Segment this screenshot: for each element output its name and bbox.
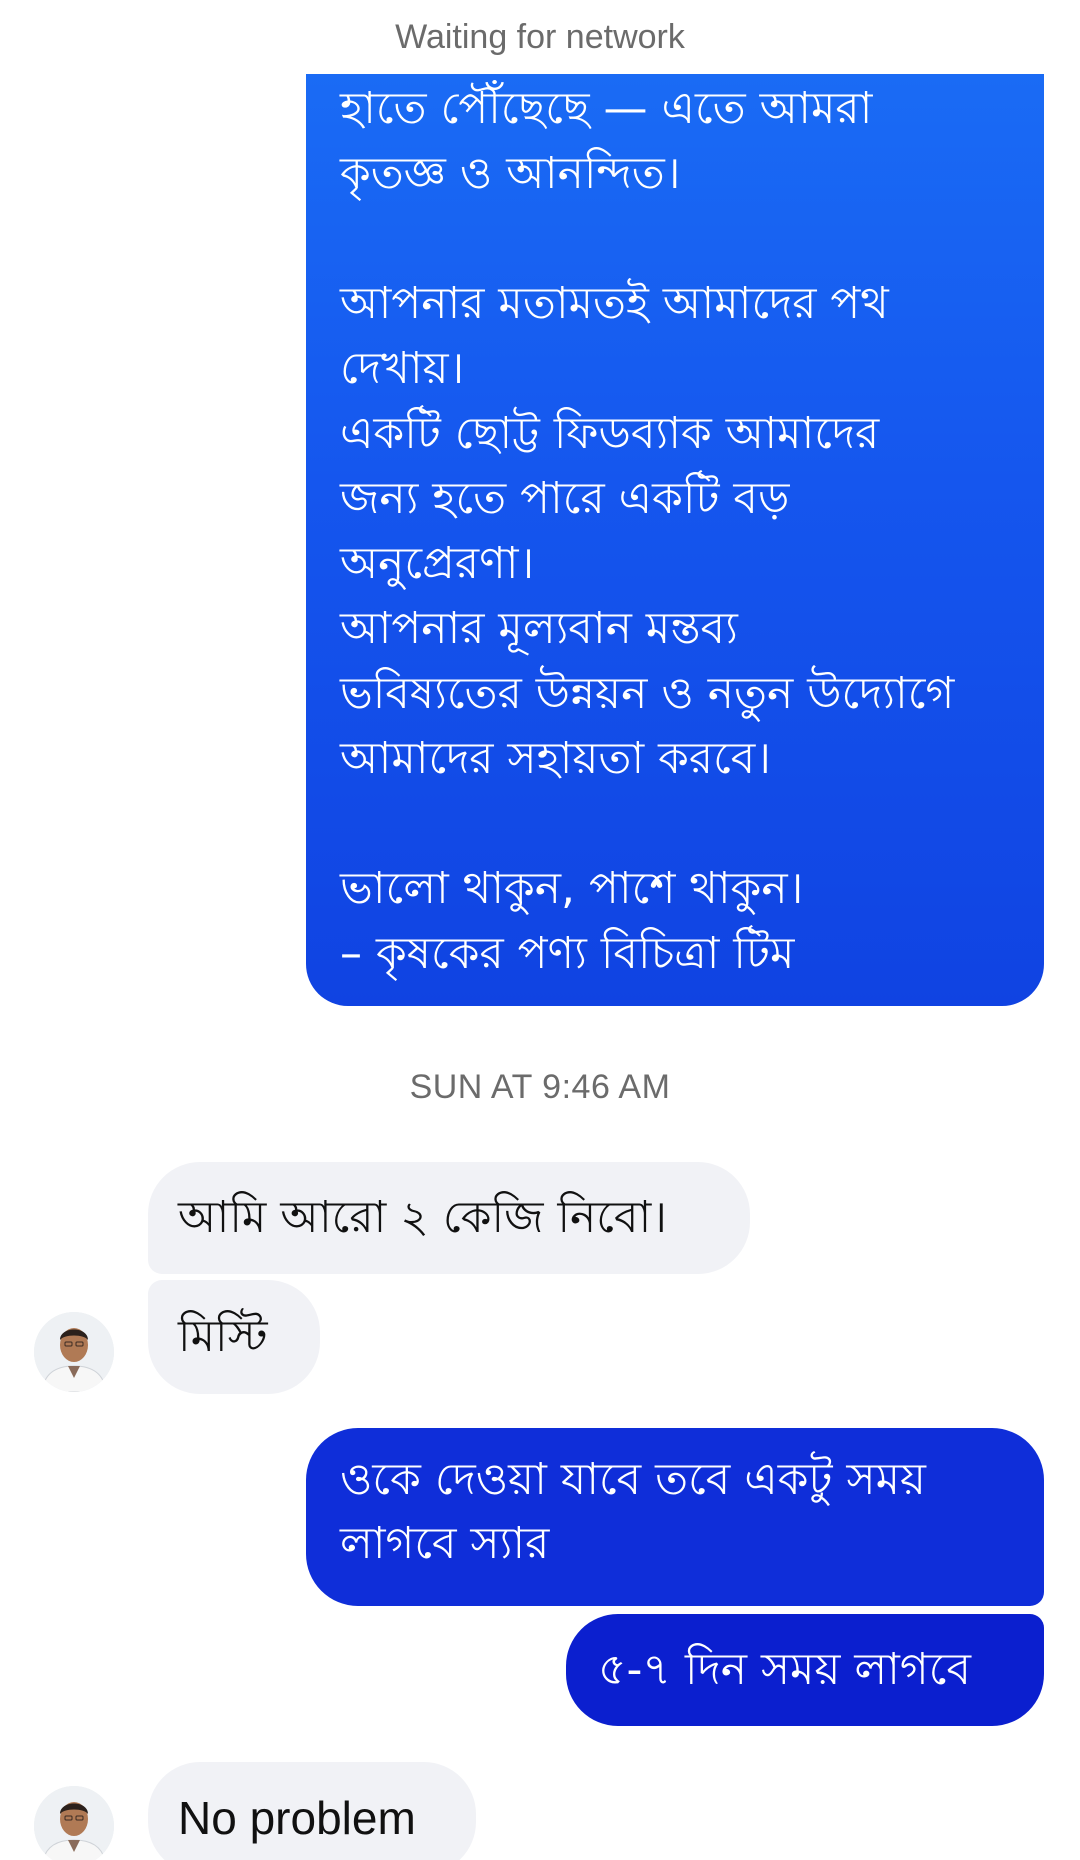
profile-photo-icon (34, 1312, 114, 1392)
outgoing-message[interactable]: ওকে দেওয়া যাবে তবে একটু সময় লাগবে স্যা… (306, 1428, 1044, 1606)
network-status-text: Waiting for network (395, 18, 685, 56)
incoming-message[interactable]: No problem (148, 1762, 476, 1860)
profile-photo-icon (34, 1786, 114, 1860)
contact-avatar[interactable] (34, 1312, 114, 1392)
incoming-message[interactable]: মিস্টি (148, 1280, 320, 1394)
connection-status-bar: Waiting for network (0, 0, 1080, 74)
contact-avatar[interactable] (34, 1786, 114, 1860)
message-timestamp: SUN AT 9:46 AM (409, 1068, 671, 1106)
messenger-conversation: হাতে পৌঁছেছে — এতে আমরা কৃতজ্ঞ ও আনন্দিত… (0, 0, 1080, 1860)
incoming-message[interactable]: আমি আরো ২ কেজি নিবো। (148, 1162, 750, 1274)
outgoing-message-long[interactable]: হাতে পৌঁছেছে — এতে আমরা কৃতজ্ঞ ও আনন্দিত… (306, 58, 1044, 1006)
outgoing-message[interactable]: ৫-৭ দিন সময় লাগবে (566, 1614, 1044, 1726)
